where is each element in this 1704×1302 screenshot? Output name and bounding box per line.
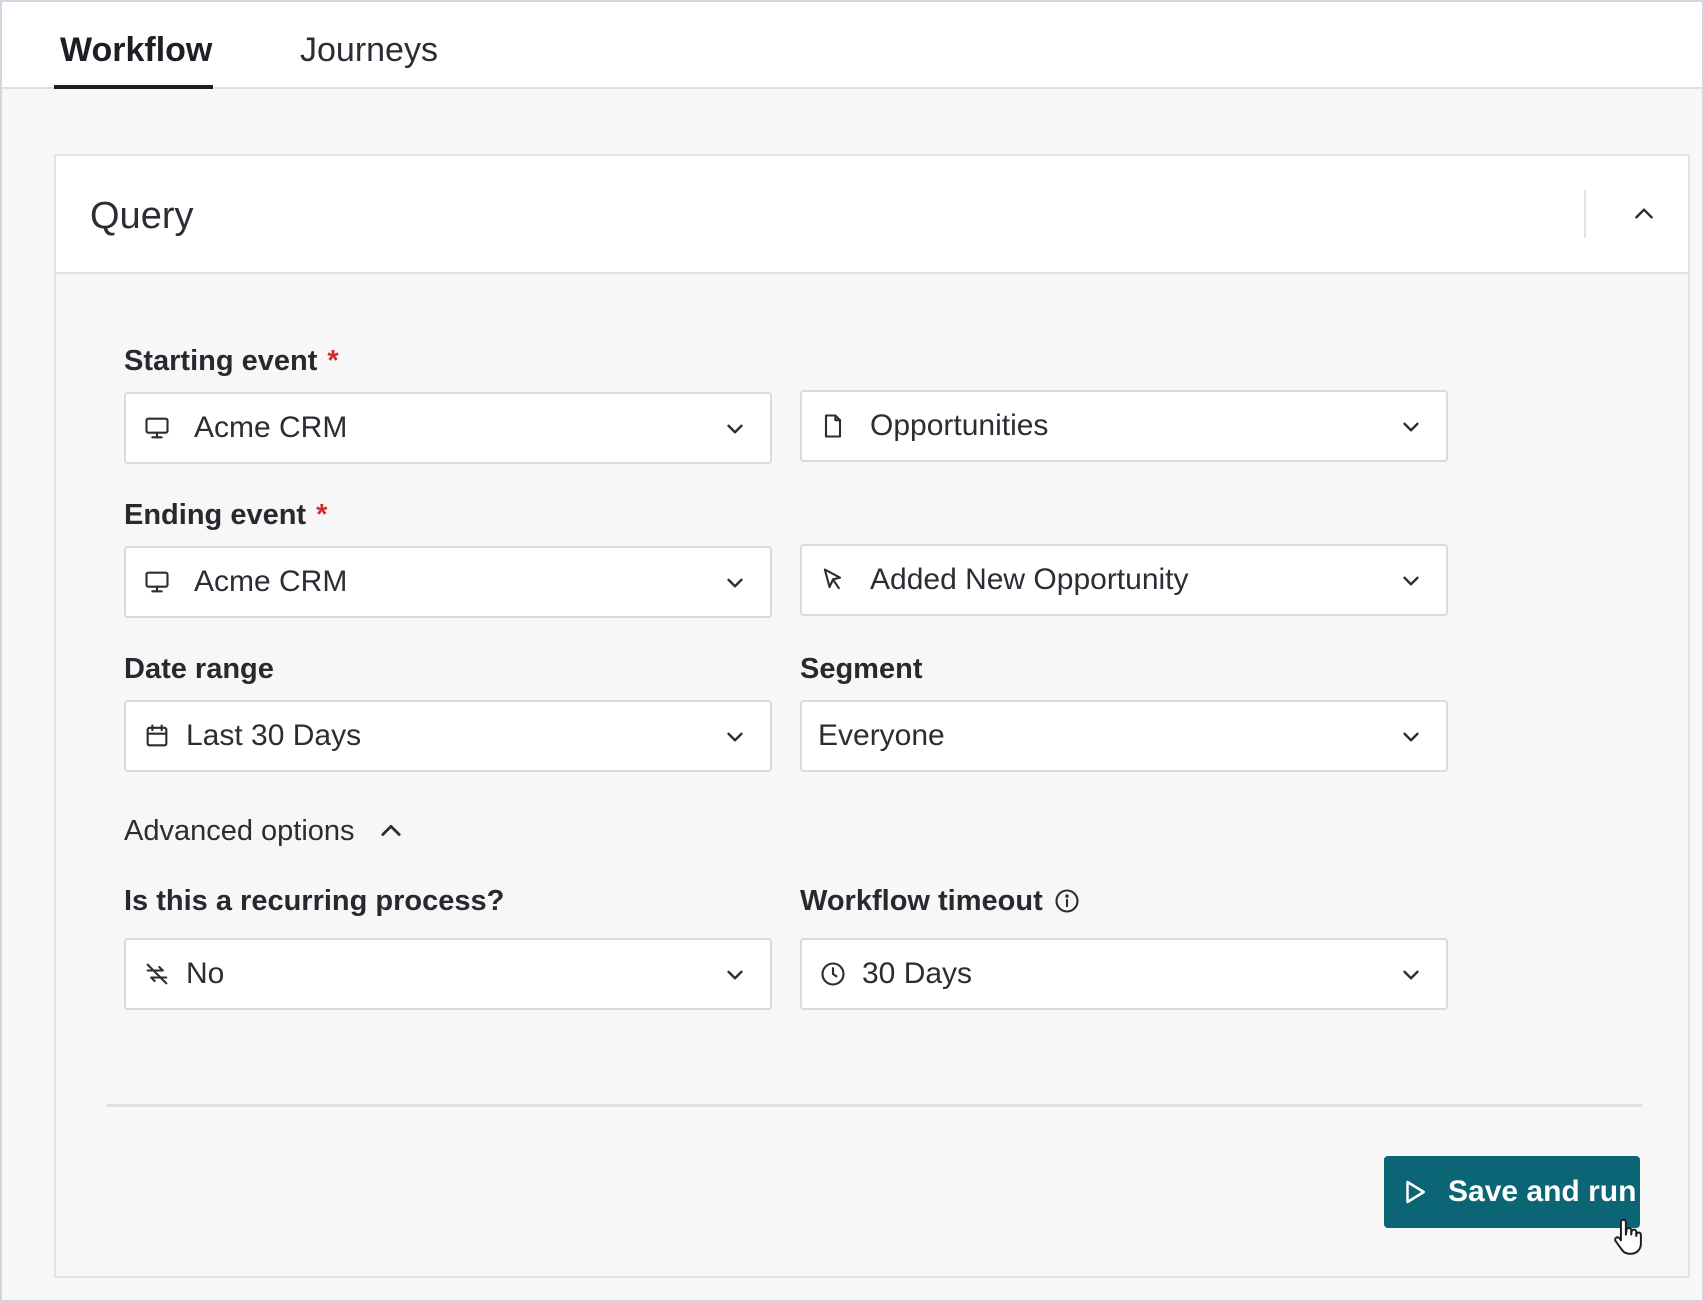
- footer-divider: [106, 1104, 1642, 1107]
- active-tab-indicator: [54, 85, 213, 89]
- starting-event-label: Starting event *: [124, 344, 339, 378]
- hand-cursor-icon: [1614, 1218, 1642, 1255]
- select-value: Added New Opportunity: [870, 563, 1189, 596]
- chevron-down-icon: [1403, 732, 1419, 742]
- select-value: Last 30 Days: [186, 719, 362, 752]
- tab-workflow[interactable]: Workflow: [60, 30, 212, 70]
- query-card: Query Starting event * Acme CRM Opportun…: [54, 154, 1690, 1278]
- card-title: Query: [90, 195, 194, 237]
- chevron-down-icon: [727, 970, 743, 980]
- required-mark: *: [327, 345, 339, 377]
- chevron-down-icon: [727, 732, 743, 742]
- info-icon[interactable]: [1053, 887, 1081, 915]
- recurring-label: Is this a recurring process?: [124, 885, 505, 917]
- pointer-icon: [818, 565, 848, 595]
- select-value: Acme CRM: [194, 411, 348, 444]
- header-divider: [1584, 190, 1586, 238]
- clock-icon: [818, 959, 848, 989]
- query-card-header: Query: [56, 156, 1688, 274]
- chevron-down-icon: [727, 424, 743, 434]
- ending-event-label-text: Ending event: [124, 499, 307, 531]
- chevron-up-icon: [1635, 208, 1653, 219]
- date-range-select[interactable]: Last 30 Days: [124, 700, 772, 772]
- starting-event-object-select[interactable]: Opportunities: [800, 390, 1448, 462]
- ending-event-label: Ending event *: [124, 498, 327, 532]
- save-and-run-label: Save and run: [1448, 1175, 1637, 1208]
- segment-label: Segment: [800, 653, 923, 685]
- timeout-select[interactable]: 30 Days: [800, 938, 1448, 1010]
- collapse-button[interactable]: [1616, 186, 1672, 242]
- ending-event-source-select[interactable]: Acme CRM: [124, 546, 772, 618]
- monitor-icon: [142, 567, 172, 597]
- select-value: Opportunities: [870, 409, 1049, 442]
- starting-event-label-text: Starting event: [124, 345, 318, 377]
- chevron-up-icon: [380, 824, 401, 836]
- no-repeat-icon: [142, 959, 172, 989]
- timeout-label-text: Workflow timeout: [800, 885, 1043, 917]
- chevron-down-icon: [1403, 576, 1419, 586]
- select-value: No: [186, 957, 225, 990]
- timeout-label: Workflow timeout: [800, 884, 1081, 918]
- select-value: Everyone: [818, 719, 945, 752]
- required-mark: *: [316, 499, 328, 531]
- document-icon: [818, 411, 848, 441]
- app-frame: Workflow Journeys Query Starting event *…: [0, 0, 1704, 1302]
- segment-select[interactable]: Everyone: [800, 700, 1448, 772]
- advanced-options-toggle[interactable]: Advanced options: [124, 814, 405, 848]
- play-icon: [1406, 1180, 1425, 1204]
- save-and-run-button[interactable]: Save and run: [1384, 1156, 1640, 1228]
- recurring-select[interactable]: No: [124, 938, 772, 1010]
- chevron-down-icon: [1403, 970, 1419, 980]
- advanced-options-label: Advanced options: [124, 815, 355, 847]
- select-value: Acme CRM: [194, 565, 348, 598]
- date-range-label: Date range: [124, 653, 274, 685]
- tab-bar: Workflow Journeys: [2, 2, 1702, 89]
- tab-journeys[interactable]: Journeys: [300, 30, 438, 70]
- ending-event-action-select[interactable]: Added New Opportunity: [800, 544, 1448, 616]
- starting-event-source-select[interactable]: Acme CRM: [124, 392, 772, 464]
- monitor-icon: [142, 413, 172, 443]
- chevron-down-icon: [1403, 422, 1419, 432]
- chevron-down-icon: [727, 578, 743, 588]
- select-value: 30 Days: [862, 957, 973, 990]
- calendar-icon: [142, 721, 172, 751]
